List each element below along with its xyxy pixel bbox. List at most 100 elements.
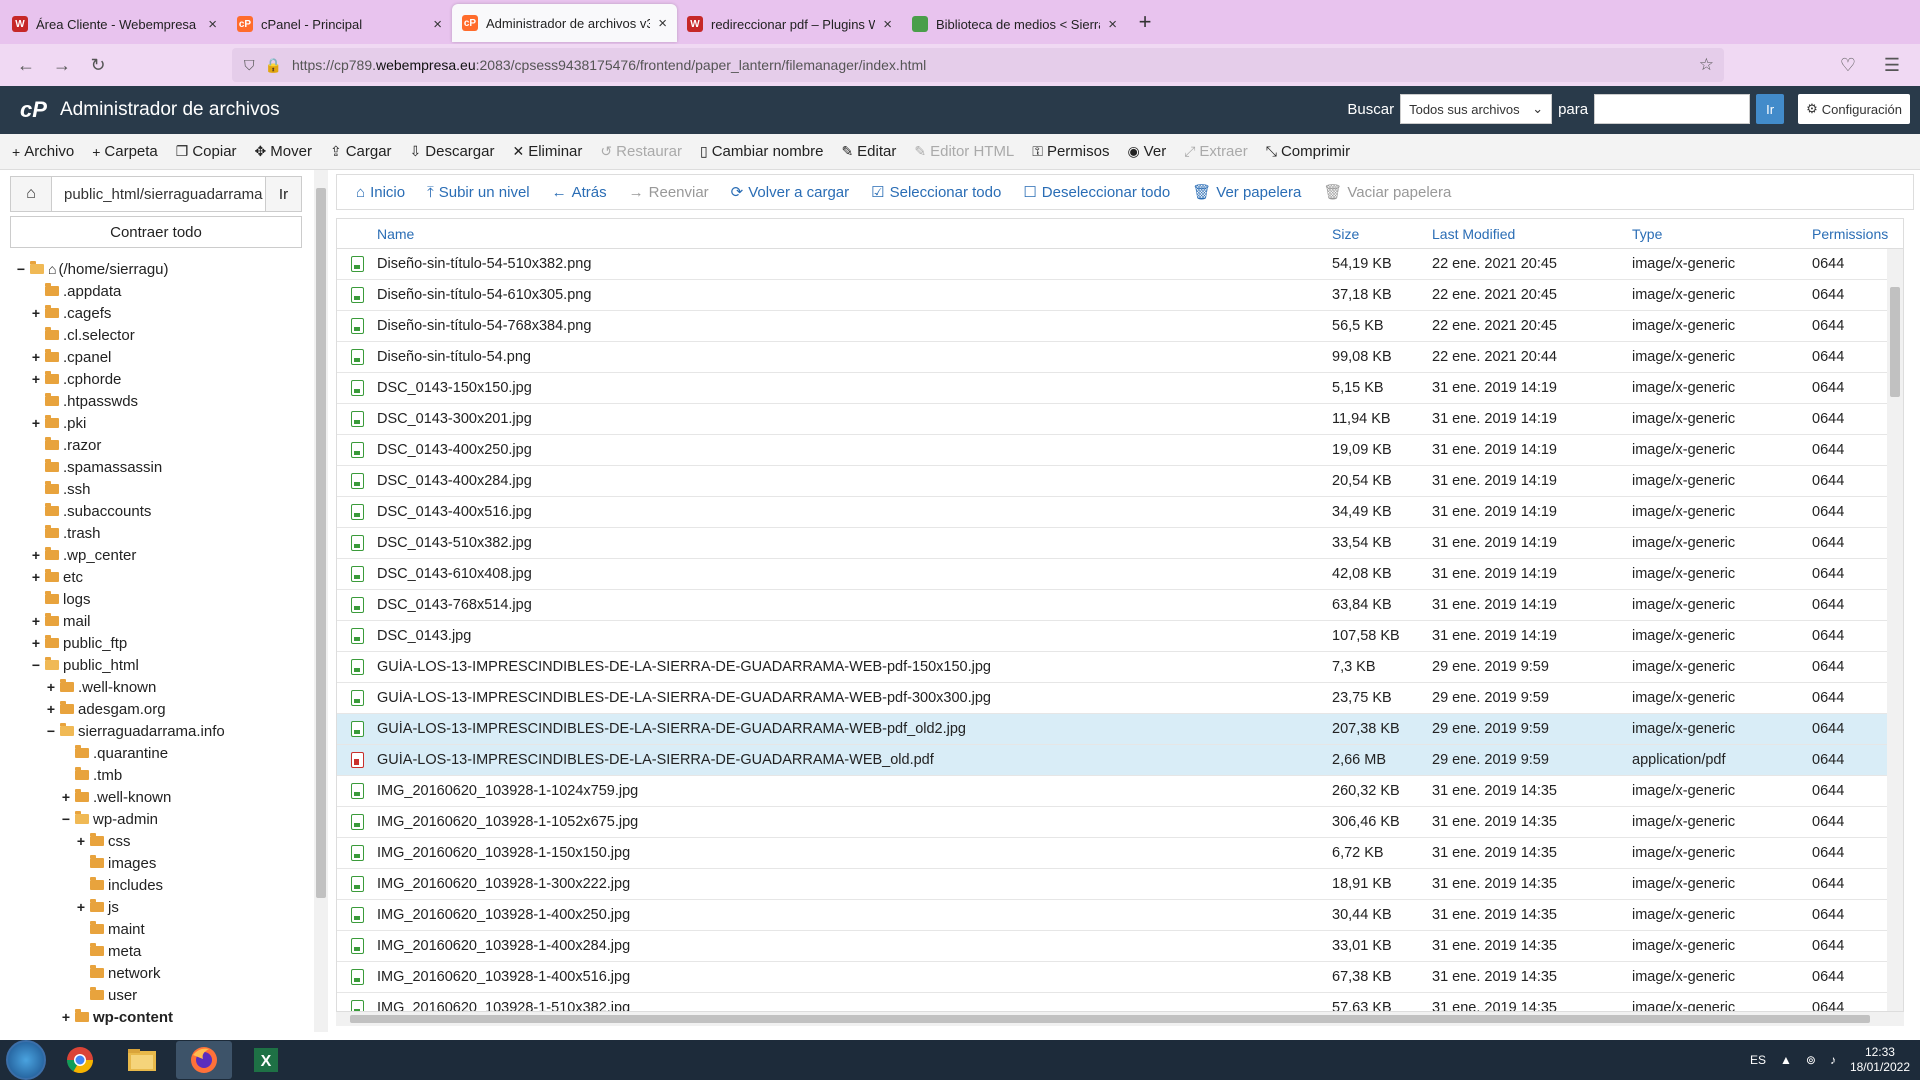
file-name[interactable]: Diseño-sin-título-54.png <box>377 349 1332 365</box>
view-button[interactable]: ◉ Ver <box>1121 134 1178 169</box>
file-name[interactable]: DSC_0143-400x516.jpg <box>377 504 1332 520</box>
expand-plus-icon[interactable]: + <box>29 415 43 431</box>
tree-item[interactable]: + .well-known <box>0 676 310 698</box>
tree-item[interactable]: + js <box>0 896 310 918</box>
file-name[interactable]: IMG_20160620_103928-1-400x284.jpg <box>377 938 1332 954</box>
table-row[interactable]: IMG_20160620_103928-1-400x284.jpg 33,01 K… <box>337 931 1903 962</box>
expand-plus-icon[interactable]: + <box>59 789 73 805</box>
table-row[interactable]: DSC_0143-400x284.jpg 20,54 KB 31 ene. 2019… <box>337 466 1903 497</box>
expand-plus-icon[interactable]: + <box>44 701 58 717</box>
col-size-header[interactable]: Size <box>1332 226 1432 242</box>
tree-item[interactable]: + .cagefs <box>0 302 310 324</box>
tree-item[interactable]: .quarantine <box>0 742 310 764</box>
tree-item[interactable]: + adesgam.org <box>0 698 310 720</box>
path-input[interactable]: public_html/sierraguadarrama <box>52 177 265 211</box>
network-icon[interactable]: ⊚ <box>1806 1053 1816 1067</box>
table-row[interactable]: IMG_20160620_103928-1-400x250.jpg 30,44 K… <box>337 900 1903 931</box>
new-file-button[interactable]: + Archivo <box>6 134 86 169</box>
table-row[interactable]: DSC_0143-768x514.jpg 63,84 KB 31 ene. 2019… <box>337 590 1903 621</box>
table-row[interactable]: GUÍA-LOS-13-IMPRESCINDIBLES-DE-LA-SIERRA… <box>337 714 1903 745</box>
browser-tab-3[interactable]: cP Administrador de archivos v3 de × <box>452 4 677 42</box>
file-name[interactable]: IMG_20160620_103928-1-1024x759.jpg <box>377 783 1332 799</box>
tree-item[interactable]: + mail <box>0 610 310 632</box>
nav-deseleccionar-todo-button[interactable]: ☐ Deseleccionar todo <box>1012 183 1181 202</box>
table-row[interactable]: DSC_0143-300x201.jpg 11,94 KB 31 ene. 2019… <box>337 404 1903 435</box>
file-name[interactable]: Diseño-sin-título-54-510x382.png <box>377 256 1332 272</box>
reload-icon[interactable]: ↻ <box>80 49 116 81</box>
tree-item[interactable]: .ssh <box>0 478 310 500</box>
browser-tab-2[interactable]: cP cPanel - Principal × <box>227 4 452 44</box>
file-name[interactable]: DSC_0143-510x382.jpg <box>377 535 1332 551</box>
browser-tab-1[interactable]: W Área Cliente - Webempresa Euro × <box>2 4 227 44</box>
menu-icon[interactable]: ☰ <box>1874 49 1910 81</box>
tab-close-icon[interactable]: × <box>208 16 217 33</box>
nav-reenviar-button[interactable]: → Reenviar <box>618 184 720 201</box>
table-row[interactable]: IMG_20160620_103928-1-400x516.jpg 67,38 K… <box>337 962 1903 993</box>
tree-item[interactable]: network <box>0 962 310 984</box>
table-row[interactable]: IMG_20160620_103928-1-300x222.jpg 18,91 K… <box>337 869 1903 900</box>
forward-arrow-icon[interactable]: → <box>44 49 80 81</box>
tree-item[interactable]: − sierraguadarrama.info <box>0 720 310 742</box>
nav-inicio-button[interactable]: ⌂ Inicio <box>345 184 416 201</box>
tree-item[interactable]: − ⌂ (/home/sierragu) <box>0 258 310 280</box>
table-row[interactable]: DSC_0143-510x382.jpg 33,54 KB 31 ene. 2019… <box>337 528 1903 559</box>
expand-plus-icon[interactable]: + <box>29 569 43 585</box>
move-button[interactable]: ✥ Mover <box>249 134 324 169</box>
table-row[interactable]: GUÍA-LOS-13-IMPRESCINDIBLES-DE-LA-SIERRA… <box>337 745 1903 776</box>
chrome-icon[interactable] <box>52 1041 108 1079</box>
back-arrow-icon[interactable]: ← <box>8 49 44 81</box>
download-button[interactable]: ⇩ Descargar <box>404 134 507 169</box>
table-row[interactable]: GUÍA-LOS-13-IMPRESCINDIBLES-DE-LA-SIERRA… <box>337 652 1903 683</box>
url-bar[interactable]: ⛉ 🔒 https://cp789.webempresa.eu:2083/cps… <box>232 48 1724 82</box>
file-name[interactable]: IMG_20160620_103928-1-510x382.jpg <box>377 1000 1332 1011</box>
copy-button[interactable]: ❐ Copiar <box>170 134 249 169</box>
tree-item[interactable]: .spamassassin <box>0 456 310 478</box>
table-row[interactable]: DSC_0143-150x150.jpg 5,15 KB 31 ene. 2019 … <box>337 373 1903 404</box>
col-perms-header[interactable]: Permissions <box>1812 226 1892 242</box>
tray-up-arrow-icon[interactable]: ▲ <box>1780 1053 1792 1067</box>
tree-item[interactable]: + .wp_center <box>0 544 310 566</box>
search-scope-select[interactable]: Todos sus archivos ⌄ <box>1400 94 1553 124</box>
tree-item[interactable]: meta <box>0 940 310 962</box>
upload-button[interactable]: ⇪ Cargar <box>324 134 404 169</box>
restore-button[interactable]: ↺ Restaurar <box>594 134 694 169</box>
col-type-header[interactable]: Type <box>1632 226 1812 242</box>
tree-item[interactable]: .htpasswds <box>0 390 310 412</box>
table-row[interactable]: Diseño-sin-título-54-768x384.png 56,5 KB 2… <box>337 311 1903 342</box>
file-name[interactable]: GUÍA-LOS-13-IMPRESCINDIBLES-DE-LA-SIERRA… <box>377 690 1332 706</box>
tree-item[interactable]: + wp-content <box>0 1006 310 1028</box>
file-name[interactable]: DSC_0143-400x250.jpg <box>377 442 1332 458</box>
nav-atrás-button[interactable]: ← Atrás <box>541 184 618 201</box>
expand-plus-icon[interactable]: + <box>59 1009 73 1025</box>
file-name[interactable]: DSC_0143-150x150.jpg <box>377 380 1332 396</box>
col-name-header[interactable]: Name <box>377 226 1332 242</box>
table-row[interactable]: IMG_20160620_103928-1-510x382.jpg 57,63 K… <box>337 993 1903 1011</box>
file-name[interactable]: IMG_20160620_103928-1-400x516.jpg <box>377 969 1332 985</box>
browser-tab-4[interactable]: Wredireccionar pdf – Plugins Wor × <box>677 4 902 44</box>
nav-subir-un-nivel-button[interactable]: ⤒ Subir un nivel <box>416 184 541 201</box>
html-editor-button[interactable]: ✎ Editor HTML <box>908 134 1026 169</box>
collapse-minus-icon[interactable]: − <box>29 657 43 673</box>
table-scroll-thumb[interactable] <box>1890 287 1900 397</box>
file-name[interactable]: GUÍA-LOS-13-IMPRESCINDIBLES-DE-LA-SIERRA… <box>377 721 1332 737</box>
file-name[interactable]: IMG_20160620_103928-1-1052x675.jpg <box>377 814 1332 830</box>
expand-plus-icon[interactable]: + <box>74 899 88 915</box>
horizontal-scroll-thumb[interactable] <box>350 1015 1870 1023</box>
expand-plus-icon[interactable]: + <box>29 613 43 629</box>
sidebar-scrollbar[interactable] <box>314 170 328 1032</box>
file-name[interactable]: Diseño-sin-título-54-768x384.png <box>377 318 1332 334</box>
tab-close-icon[interactable]: × <box>1108 16 1117 33</box>
tree-item[interactable]: − public_html <box>0 654 310 676</box>
tree-item[interactable]: .trash <box>0 522 310 544</box>
delete-button[interactable]: ✕ Eliminar <box>506 134 594 169</box>
file-name[interactable]: DSC_0143-400x284.jpg <box>377 473 1332 489</box>
file-name[interactable]: IMG_20160620_103928-1-300x222.jpg <box>377 876 1332 892</box>
rename-button[interactable]: ▯ Cambiar nombre <box>694 134 835 169</box>
collapse-minus-icon[interactable]: − <box>59 811 73 827</box>
table-row[interactable]: Diseño-sin-título-54-610x305.png 37,18 KB… <box>337 280 1903 311</box>
tree-item[interactable]: + etc <box>0 566 310 588</box>
clock[interactable]: 12:33 18/01/2022 <box>1850 1045 1910 1075</box>
expand-plus-icon[interactable]: + <box>29 635 43 651</box>
volume-icon[interactable]: ♪ <box>1830 1053 1836 1067</box>
extract-button[interactable]: ⤢ Extraer <box>1178 134 1260 169</box>
